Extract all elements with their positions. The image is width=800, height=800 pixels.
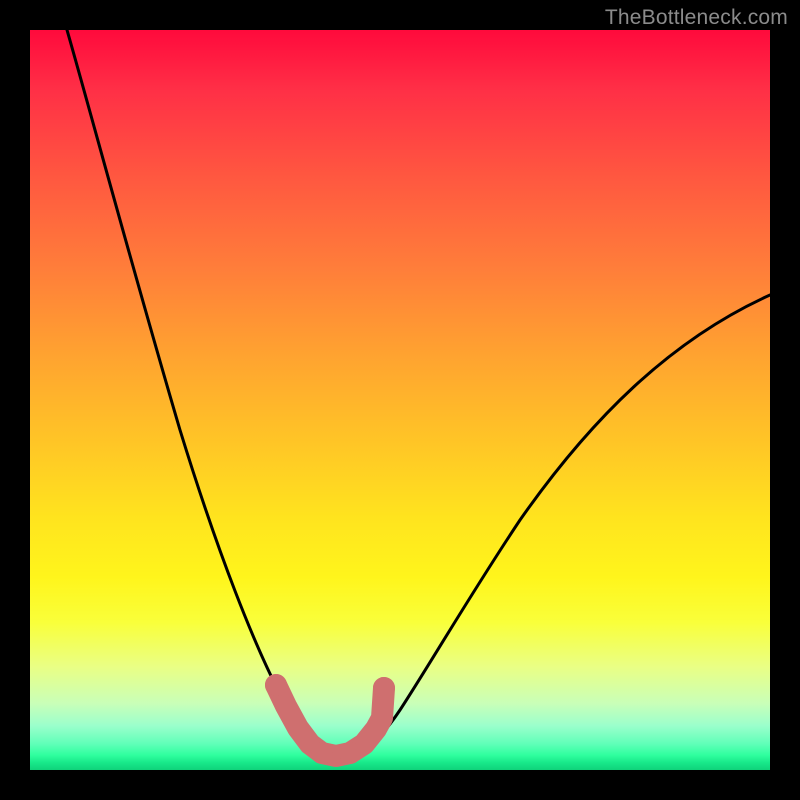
- bottleneck-curve: [67, 30, 770, 759]
- highlight-dot: [311, 742, 333, 764]
- chart-frame: TheBottleneck.com: [0, 0, 800, 800]
- watermark-text: TheBottleneck.com: [605, 6, 788, 30]
- highlight-dot: [339, 742, 361, 764]
- plot-area: [30, 30, 770, 770]
- curve-layer: [30, 30, 770, 770]
- highlight-dot: [265, 674, 287, 696]
- highlight-band: [276, 685, 384, 756]
- highlight-dot: [373, 677, 395, 699]
